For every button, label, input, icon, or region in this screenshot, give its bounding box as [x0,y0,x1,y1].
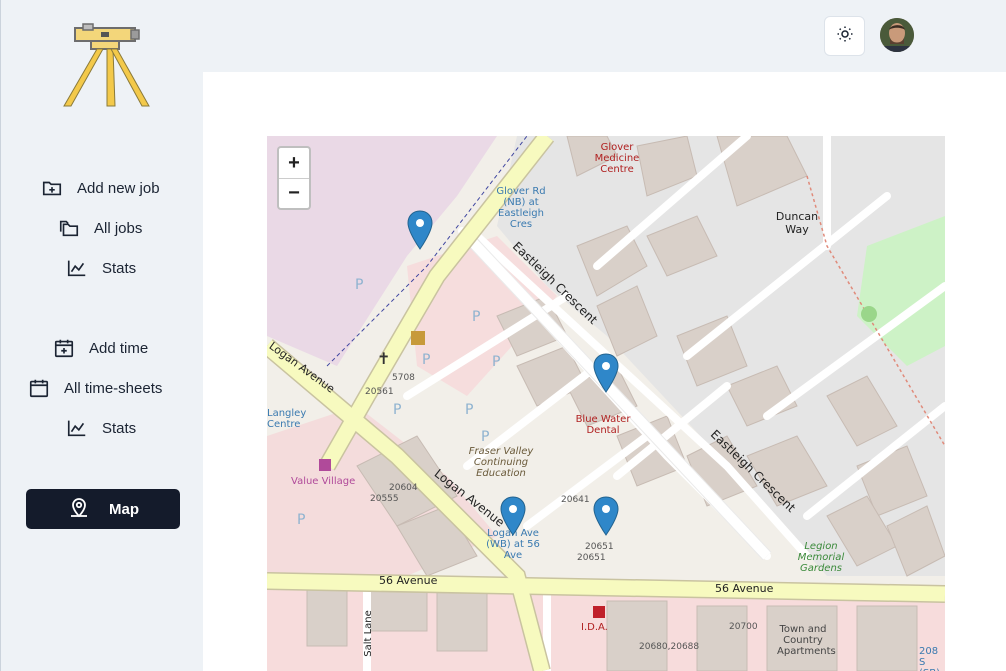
nav-time-stats[interactable]: Stats [66,417,136,439]
address-label: 20651 [585,542,614,552]
map-nav-label: Map [109,500,139,518]
place-label: Fraser Valley Continuing Education [468,446,534,479]
svg-text:P: P [481,429,489,445]
sun-icon [836,25,854,48]
map-tiles: P P P P P P P P ✝ [267,136,945,671]
map-marker-pin-icon[interactable] [592,496,620,536]
svg-text:P: P [492,354,500,370]
address-label: 20555 [370,494,399,504]
place-label: Town and Country Apartments [777,624,836,657]
svg-text:P: P [393,402,401,418]
user-avatar[interactable] [880,18,914,52]
map-marker-pin-icon[interactable] [406,210,434,250]
nav-label: Stats [102,259,137,277]
street-label: Salt Lane [362,610,374,657]
svg-text:P: P [422,352,430,368]
sidebar: Add new job All jobs Stats Add time All … [0,0,203,671]
svg-text:P: P [465,402,473,418]
zoom-control: + − [277,146,311,210]
nav-add-new-job[interactable]: Add new job [41,177,160,199]
theme-toggle-button[interactable] [824,16,865,56]
folder-plus-icon [41,177,63,199]
address-label: 20561 [365,387,394,397]
map-marker-pin-icon[interactable] [499,496,527,536]
nav-all-time-sheets[interactable]: All time-sheets [28,377,162,399]
address-label: 20641 [561,495,590,505]
folders-icon [58,217,80,239]
map-pin-icon [67,495,91,523]
place-label: Legion Memorial Gardens [797,541,845,574]
place-label: Blue Water Dental [575,414,631,436]
surveyor-tripod-logo [61,22,151,108]
map-view[interactable]: P P P P P P P P ✝ Eastleigh Crescent Eas… [267,136,945,671]
place-label: Glover Rd (NB) at Eastleigh Cres [496,186,546,230]
address-label: 20700 [729,622,758,632]
street-label: 56 Avenue [715,582,774,595]
map-marker-pin-icon[interactable] [592,353,620,393]
address-label: 5708 [392,373,415,383]
nav-label: Add new job [77,179,160,197]
svg-text:P: P [472,309,480,325]
nav-label: All jobs [94,219,143,237]
place-label: Value Village [291,476,356,487]
nav-add-time[interactable]: Add time [53,337,148,359]
place-label: Langley Centre [267,408,307,430]
calendar-icon [28,377,50,399]
calendar-plus-icon [53,337,75,359]
svg-text:P: P [355,277,363,293]
chart-line-icon [66,257,88,279]
address-label: 20680,20688 [639,642,700,652]
map-nav-button[interactable]: Map [26,489,180,529]
nav-label: Add time [89,339,149,357]
svg-text:✝: ✝ [377,351,390,368]
street-label: Duncan Way [775,210,819,236]
place-label: 208 S (SB) a [919,646,940,671]
nav-label: All time-sheets [64,379,163,397]
place-label: Glover Medicine Centre [594,142,640,175]
nav-all-jobs[interactable]: All jobs [58,217,142,239]
chart-line-icon [66,417,88,439]
zoom-out-button[interactable]: − [279,178,309,208]
address-label: 20604 [389,483,418,493]
place-label: I.D.A. [581,622,608,633]
svg-text:P: P [297,512,305,528]
nav-label: Stats [102,419,137,437]
zoom-in-button[interactable]: + [279,148,309,178]
address-label: 20651 [577,553,606,563]
nav-job-stats[interactable]: Stats [66,257,136,279]
street-label: 56 Avenue [379,574,438,587]
